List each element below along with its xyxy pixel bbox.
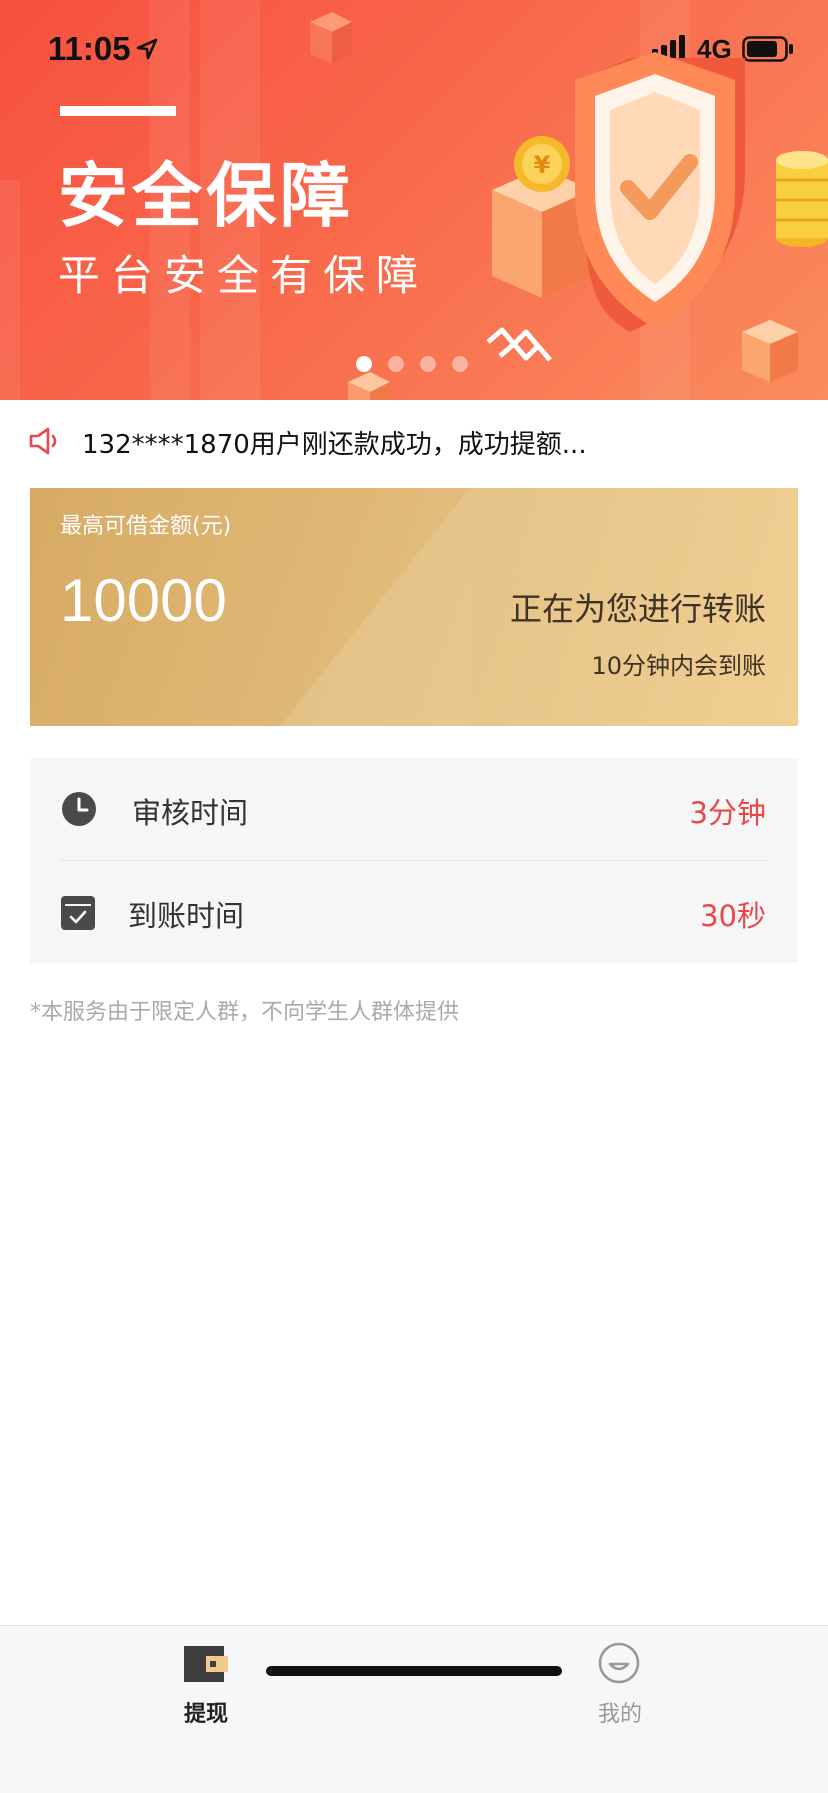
- transfer-status-subtitle: 10分钟内会到账: [591, 652, 766, 680]
- banner-title-bar: [60, 106, 176, 116]
- arrival-time-label: 到账时间: [128, 899, 245, 933]
- review-time-row: 审核时间 3分钟: [30, 758, 798, 860]
- smile-face-icon: [598, 1642, 640, 1684]
- notice-text: 132****1870用户刚还款成功，成功提额...: [82, 430, 587, 460]
- timing-info-panel: 审核时间 3分钟 到账时间 30秒: [30, 758, 798, 963]
- card-decor: [280, 488, 470, 726]
- shield-check-illustration: ¥: [486, 52, 828, 382]
- carousel-dot[interactable]: [420, 356, 436, 372]
- location-arrow-icon: [136, 38, 158, 60]
- tab-mine[interactable]: 我的: [540, 1626, 700, 1736]
- wallet-icon: [184, 1646, 228, 1682]
- tab-withdraw[interactable]: 提现: [126, 1626, 286, 1736]
- arrival-time-value: 30秒: [700, 899, 766, 933]
- bottom-tab-bar: 提现 我的: [0, 1625, 828, 1793]
- transfer-status-title: 正在为您进行转账: [509, 590, 766, 628]
- max-amount-label: 最高可借金额(元): [60, 514, 232, 539]
- banner-decor-stripe: [0, 180, 20, 400]
- arrival-time-row: 到账时间 30秒: [30, 861, 798, 963]
- carousel-dot[interactable]: [452, 356, 468, 372]
- disclaimer-text: *本服务由于限定人群，不向学生人群体提供: [30, 1000, 460, 1025]
- tab-withdraw-label: 提现: [183, 1702, 228, 1727]
- decor-cube: [310, 12, 352, 64]
- status-time: 11:05: [48, 30, 131, 67]
- loan-amount-card: 最高可借金额(元) 10000 正在为您进行转账 10分钟内会到账: [30, 488, 798, 726]
- decor-cube: [348, 372, 390, 400]
- home-indicator[interactable]: [266, 1666, 562, 1676]
- carousel-dot[interactable]: [356, 356, 372, 372]
- tab-mine-label: 我的: [597, 1702, 642, 1727]
- carousel-dot[interactable]: [388, 356, 404, 372]
- svg-text:¥: ¥: [534, 151, 551, 179]
- speaker-icon: [29, 427, 57, 455]
- max-amount-value: 10000: [60, 567, 227, 634]
- banner-subtitle: 平台安全有保障: [58, 251, 430, 300]
- notice-bar[interactable]: 132****1870用户刚还款成功，成功提额...: [0, 400, 828, 484]
- review-time-label: 审核时间: [132, 796, 249, 830]
- clock-icon: [62, 792, 96, 826]
- checkbox-icon: [61, 896, 95, 930]
- banner-title: 安全保障: [58, 155, 354, 237]
- banner-carousel[interactable]: 11:05 4G 安全保障 平台安全有保障 ¥: [0, 0, 828, 400]
- review-time-value: 3分钟: [689, 796, 766, 830]
